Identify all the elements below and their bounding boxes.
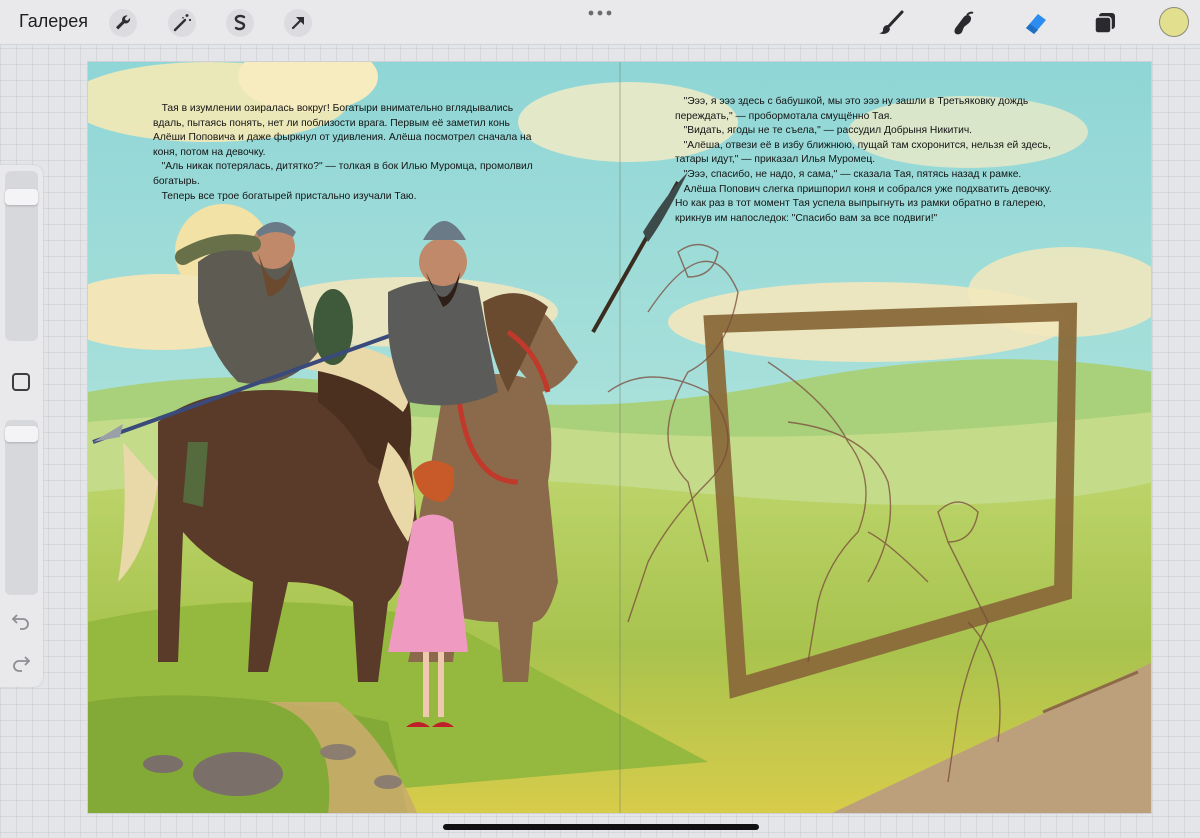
smudge-icon[interactable] <box>948 8 978 38</box>
brush-icon[interactable] <box>876 8 906 38</box>
undo-icon[interactable] <box>10 609 32 631</box>
gallery-button[interactable]: Галерея <box>19 11 88 32</box>
magic-wand-icon[interactable] <box>167 8 197 38</box>
transform-arrow-icon[interactable] <box>283 8 313 38</box>
selection-s-icon[interactable] <box>225 8 255 38</box>
top-toolbar: Галерея <box>0 0 1200 45</box>
eraser-icon[interactable] <box>1020 8 1050 38</box>
color-picker-swatch[interactable] <box>1159 7 1189 37</box>
brush-size-slider[interactable] <box>5 171 38 341</box>
drawing-canvas[interactable]: Тая в изумлении озиралась вокруг! Богаты… <box>87 61 1152 814</box>
modify-button[interactable] <box>12 373 30 391</box>
story-text-left: Тая в изумлении озиралась вокруг! Богаты… <box>153 103 533 202</box>
redo-icon[interactable] <box>10 651 32 673</box>
grip-dots-icon[interactable] <box>588 10 612 16</box>
story-text-right: "Эээ, я эээ здесь с бабушкой, мы это эээ… <box>675 96 1052 224</box>
wrench-icon[interactable] <box>108 8 138 38</box>
layers-icon[interactable] <box>1090 8 1120 38</box>
home-indicator[interactable] <box>443 824 759 830</box>
opacity-slider[interactable] <box>5 420 38 595</box>
brush-size-thumb[interactable] <box>5 189 38 205</box>
opacity-thumb[interactable] <box>5 426 38 442</box>
left-sidebar <box>0 165 43 687</box>
